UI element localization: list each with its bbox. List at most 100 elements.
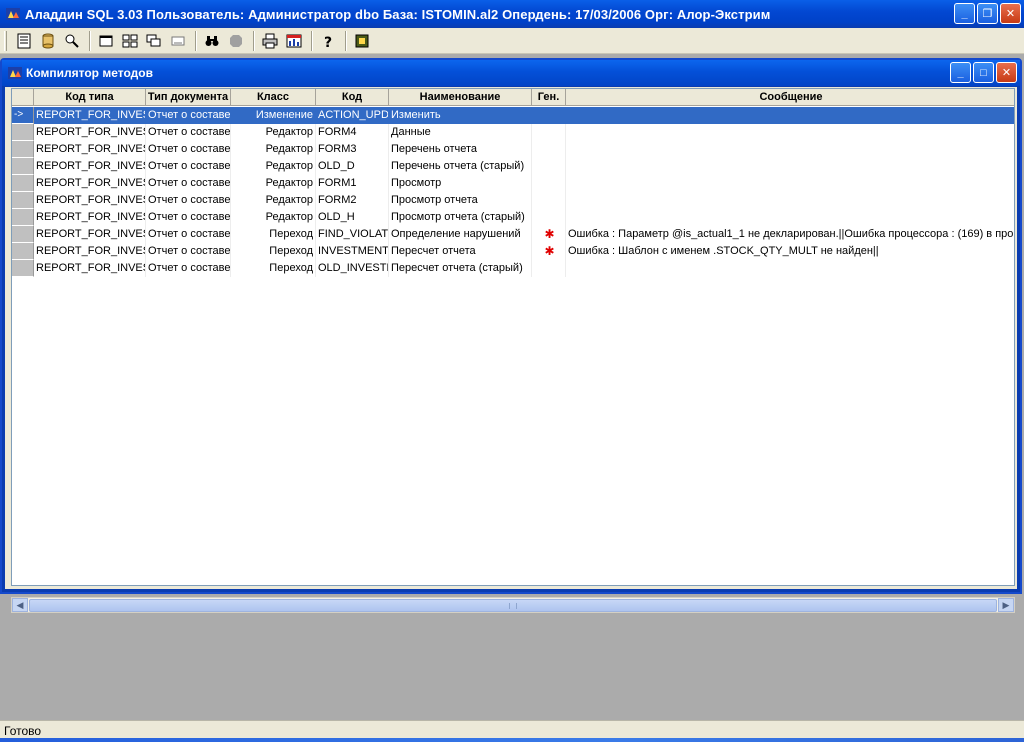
- table-row[interactable]: REPORT_FOR_INVES Отчет о составе Редактор F…: [12, 124, 1014, 141]
- row-indicator[interactable]: [12, 141, 34, 158]
- compiler-window-titlebar[interactable]: Компилятор методов _ □ ✕: [2, 60, 1020, 86]
- toolbar-search-button[interactable]: [201, 30, 223, 52]
- toolbar-documents-button[interactable]: [13, 30, 35, 52]
- table-row[interactable]: REPORT_FOR_INVES Отчет о составе Редактор O…: [12, 158, 1014, 175]
- toolbar-tile-button[interactable]: [119, 30, 141, 52]
- cell-class[interactable]: Редактор: [231, 192, 316, 209]
- methods-grid[interactable]: Код типа Тип документа Класс Код Наимено…: [11, 88, 1015, 586]
- header-doc-type[interactable]: Тип документа: [146, 89, 231, 106]
- toolbar-calendar-button[interactable]: [283, 30, 305, 52]
- horizontal-scrollbar[interactable]: ◀ ▶: [11, 597, 1015, 613]
- cell-gen[interactable]: [532, 124, 566, 141]
- cell-gen[interactable]: [532, 175, 566, 192]
- cell-code[interactable]: OLD_H: [316, 209, 389, 226]
- row-indicator[interactable]: [12, 158, 34, 175]
- table-row[interactable]: REPORT_FOR_INVES Отчет о составе Переход IN…: [12, 243, 1014, 260]
- cell-name[interactable]: Просмотр отчета: [389, 192, 532, 209]
- cell-doc-type[interactable]: Отчет о составе: [146, 226, 231, 243]
- toolbar-database-button[interactable]: [37, 30, 59, 52]
- cell-gen[interactable]: [532, 260, 566, 277]
- cell-message[interactable]: Ошибка : Параметр @is_actual1_1 не декла…: [566, 226, 1014, 243]
- header-gen[interactable]: Ген.: [532, 89, 566, 106]
- cell-name[interactable]: Перечень отчета: [389, 141, 532, 158]
- cell-class[interactable]: Переход: [231, 260, 316, 277]
- cell-code[interactable]: FIND_VIOLATIONS: [316, 226, 389, 243]
- toolbar-stop-button[interactable]: [225, 30, 247, 52]
- cell-name[interactable]: Перечень отчета (старый): [389, 158, 532, 175]
- scroll-right-button[interactable]: ▶: [998, 598, 1014, 612]
- child-close-button[interactable]: ✕: [996, 62, 1017, 83]
- row-indicator[interactable]: [12, 209, 34, 226]
- cell-code[interactable]: FORM1: [316, 175, 389, 192]
- header-class[interactable]: Класс: [231, 89, 316, 106]
- cell-doc-type[interactable]: Отчет о составе: [146, 209, 231, 226]
- cell-type-code[interactable]: REPORT_FOR_INVES: [34, 209, 146, 226]
- row-indicator[interactable]: [12, 260, 34, 277]
- cell-type-code[interactable]: REPORT_FOR_INVES: [34, 124, 146, 141]
- cell-doc-type[interactable]: Отчет о составе: [146, 260, 231, 277]
- row-indicator[interactable]: [12, 226, 34, 243]
- cell-code[interactable]: OLD_D: [316, 158, 389, 175]
- cell-code[interactable]: FORM3: [316, 141, 389, 158]
- cell-message[interactable]: Ошибка : Шаблон с именем .STOCK_QTY_MULT…: [566, 243, 1014, 260]
- row-indicator[interactable]: [12, 124, 34, 141]
- toolbar-cascade-button[interactable]: [143, 30, 165, 52]
- cell-type-code[interactable]: REPORT_FOR_INVES: [34, 192, 146, 209]
- header-type-code[interactable]: Код типа: [34, 89, 146, 106]
- app-restore-button[interactable]: ❐: [977, 3, 998, 24]
- cell-message[interactable]: [566, 209, 1014, 226]
- header-name[interactable]: Наименование: [389, 89, 532, 106]
- table-row[interactable]: REPORT_FOR_INVES Отчет о составе Редактор F…: [12, 175, 1014, 192]
- cell-message[interactable]: [566, 107, 1014, 124]
- child-minimize-button[interactable]: _: [950, 62, 971, 83]
- cell-doc-type[interactable]: Отчет о составе: [146, 124, 231, 141]
- cell-type-code[interactable]: REPORT_FOR_INVES: [34, 158, 146, 175]
- row-indicator[interactable]: [12, 243, 34, 260]
- table-row[interactable]: REPORT_FOR_INVES Отчет о составе Редактор F…: [12, 141, 1014, 158]
- cell-message[interactable]: [566, 141, 1014, 158]
- cell-code[interactable]: FORM4: [316, 124, 389, 141]
- cell-type-code[interactable]: REPORT_FOR_INVES: [34, 141, 146, 158]
- cell-name[interactable]: Просмотр: [389, 175, 532, 192]
- table-row[interactable]: REPORT_FOR_INVES Отчет о составе Редактор O…: [12, 209, 1014, 226]
- cell-name[interactable]: Данные: [389, 124, 532, 141]
- cell-gen[interactable]: [532, 158, 566, 175]
- header-code[interactable]: Код: [316, 89, 389, 106]
- cell-type-code[interactable]: REPORT_FOR_INVES: [34, 260, 146, 277]
- toolbar-print-button[interactable]: [259, 30, 281, 52]
- cell-message[interactable]: [566, 124, 1014, 141]
- toolbar-help-button[interactable]: ?: [317, 30, 339, 52]
- cell-message[interactable]: [566, 175, 1014, 192]
- cell-type-code[interactable]: REPORT_FOR_INVES: [34, 107, 146, 124]
- row-indicator[interactable]: [12, 175, 34, 192]
- cell-gen[interactable]: [532, 107, 566, 124]
- cell-gen[interactable]: [532, 209, 566, 226]
- cell-message[interactable]: [566, 192, 1014, 209]
- scroll-left-button[interactable]: ◀: [12, 598, 28, 612]
- cell-gen[interactable]: ✱: [532, 243, 566, 260]
- table-row[interactable]: REPORT_FOR_INVES Отчет о составе Переход OL…: [12, 260, 1014, 277]
- cell-type-code[interactable]: REPORT_FOR_INVES: [34, 175, 146, 192]
- toolbar-find-record-button[interactable]: [61, 30, 83, 52]
- cell-class[interactable]: Редактор: [231, 175, 316, 192]
- cell-class[interactable]: Редактор: [231, 141, 316, 158]
- cell-doc-type[interactable]: Отчет о составе: [146, 158, 231, 175]
- toolbar-window-button[interactable]: [95, 30, 117, 52]
- cell-name[interactable]: Пересчет отчета: [389, 243, 532, 260]
- app-close-button[interactable]: ✕: [1000, 3, 1021, 24]
- cell-class[interactable]: Изменение: [231, 107, 316, 124]
- row-indicator[interactable]: [12, 192, 34, 209]
- cell-type-code[interactable]: REPORT_FOR_INVES: [34, 243, 146, 260]
- table-row[interactable]: -> REPORT_FOR_INVES Отчет о составе Изменен…: [12, 107, 1014, 124]
- cell-gen[interactable]: [532, 192, 566, 209]
- cell-message[interactable]: [566, 260, 1014, 277]
- table-row[interactable]: REPORT_FOR_INVES Отчет о составе Переход FI…: [12, 226, 1014, 243]
- cell-class[interactable]: Переход: [231, 243, 316, 260]
- app-minimize-button[interactable]: _: [954, 3, 975, 24]
- toolbar-minimize-all-button[interactable]: [167, 30, 189, 52]
- toolbar-exit-button[interactable]: [351, 30, 373, 52]
- cell-class[interactable]: Переход: [231, 226, 316, 243]
- cell-code[interactable]: OLD_INVESTMENT: [316, 260, 389, 277]
- cell-name[interactable]: Пересчет отчета (старый): [389, 260, 532, 277]
- cell-class[interactable]: Редактор: [231, 209, 316, 226]
